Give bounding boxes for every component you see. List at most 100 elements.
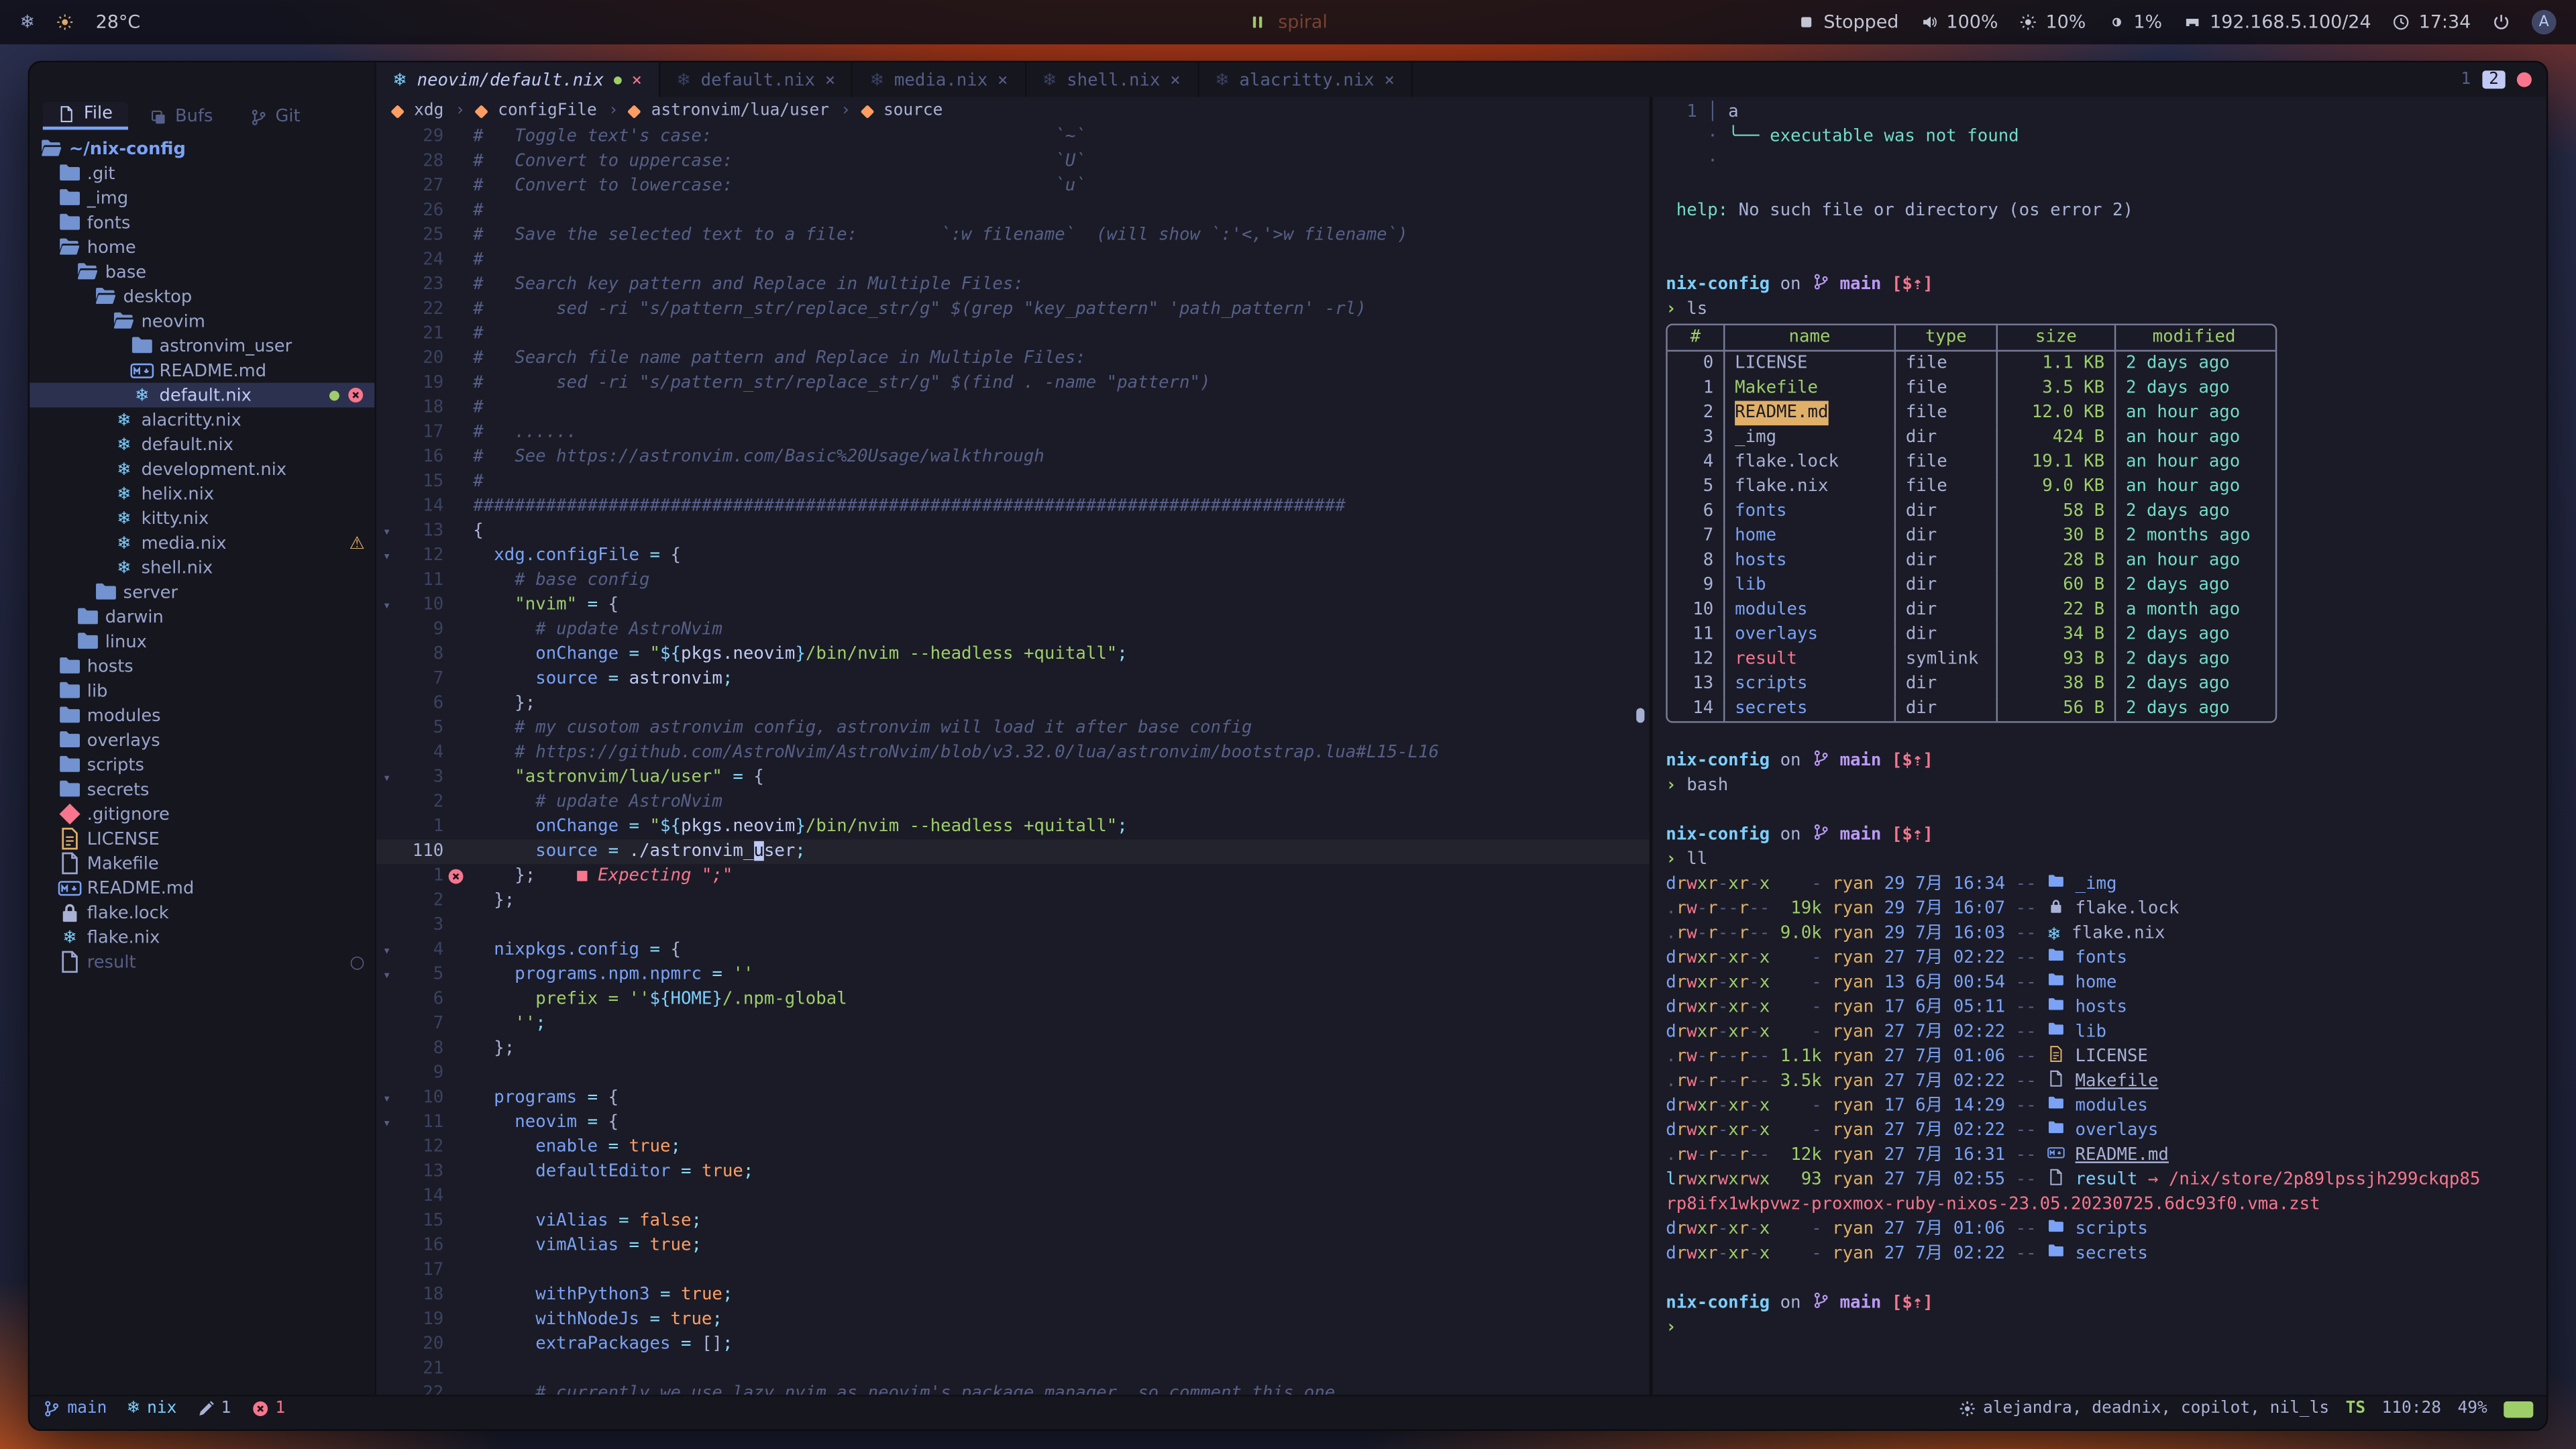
- editor-line[interactable]: 16# See https://astronvim.com/Basic%20Us…: [376, 445, 1650, 470]
- tree-item-helix.nix[interactable]: ❄helix.nix: [30, 482, 374, 506]
- tree-item-development.nix[interactable]: ❄development.nix: [30, 457, 374, 482]
- breadcrumb-segment[interactable]: astronvim/lua/user: [651, 102, 829, 120]
- editor-line[interactable]: 24#: [376, 248, 1650, 273]
- code-editor[interactable]: xdg›configFile›astronvim/lua/user›source…: [376, 97, 1650, 1395]
- editor-line[interactable]: ▾10 programs = {: [376, 1086, 1650, 1111]
- pause-icon[interactable]: [1248, 13, 1267, 32]
- dim-indicator[interactable]: 1%: [2107, 11, 2162, 33]
- statusline-item-1[interactable]: 1: [251, 1400, 286, 1418]
- tree-item-secrets[interactable]: secrets: [30, 777, 374, 802]
- editor-line[interactable]: 18 withPython3 = true;: [376, 1283, 1650, 1308]
- fold-arrow-icon[interactable]: ▾: [376, 963, 398, 987]
- editor-line[interactable]: 14: [376, 1185, 1650, 1210]
- media-widget[interactable]: spiral: [1248, 11, 1328, 33]
- editor-line[interactable]: 3: [376, 914, 1650, 938]
- recording-status[interactable]: Stopped: [1797, 11, 1898, 33]
- power-icon[interactable]: [2492, 13, 2510, 32]
- page-1[interactable]: 1: [2461, 70, 2471, 89]
- tree-item-LICENSE[interactable]: LICENSE: [30, 826, 374, 851]
- tree-item-astronvim_user[interactable]: astronvim_user: [30, 333, 374, 358]
- editor-line[interactable]: 6 };: [376, 692, 1650, 716]
- tab-shell.nix[interactable]: ❄shell.nix×: [1026, 62, 1198, 97]
- statusline-item-110-28[interactable]: 110:28: [2382, 1400, 2441, 1418]
- tree-item-fonts[interactable]: fonts: [30, 210, 374, 235]
- editor-line[interactable]: 26#: [376, 199, 1650, 223]
- editor-line[interactable]: 11 # base config: [376, 568, 1650, 593]
- statusline-item-main[interactable]: main: [43, 1400, 107, 1418]
- editor-line[interactable]: ▾12 xdg.configFile = {: [376, 544, 1650, 569]
- editor-line[interactable]: 18#: [376, 396, 1650, 421]
- tree-item-Makefile[interactable]: Makefile: [30, 851, 374, 876]
- editor-line[interactable]: 2 # update AstroNvim: [376, 790, 1650, 815]
- editor-line[interactable]: 8 };: [376, 1036, 1650, 1061]
- tree-item-default.nix[interactable]: ❄default.nix●: [30, 383, 374, 408]
- volume-indicator[interactable]: 100%: [1920, 11, 1998, 33]
- tab-close-icon[interactable]: ×: [825, 70, 835, 89]
- fold-arrow-icon[interactable]: ▾: [376, 593, 398, 618]
- editor-line[interactable]: 8 onChange = "${pkgs.neovim}/bin/nvim --…: [376, 643, 1650, 667]
- statusline-item-alejandra[interactable]: alejandra, deadnix, copilot, nil_ls: [1958, 1400, 2329, 1418]
- tree-item-overlays[interactable]: overlays: [30, 728, 374, 753]
- editor-line[interactable]: 9: [376, 1061, 1650, 1086]
- fold-arrow-icon[interactable]: ▾: [376, 519, 398, 544]
- editor-line[interactable]: 13 defaultEditor = true;: [376, 1160, 1650, 1185]
- tree-item-~/nix-config[interactable]: ~/nix-config: [30, 136, 374, 161]
- tree-item-server[interactable]: server: [30, 580, 374, 604]
- editor-line[interactable]: 6 prefix = ''${HOME}/.npm-global: [376, 987, 1650, 1012]
- terminal-pane[interactable]: 1 │ a · ╰── executable was not found · h…: [1653, 97, 2546, 1395]
- network-indicator[interactable]: 192.168.5.100/24: [2184, 11, 2371, 33]
- fold-arrow-icon[interactable]: ▾: [376, 1111, 398, 1136]
- tab-close-icon[interactable]: ×: [631, 70, 641, 89]
- editor-lines[interactable]: 29# Toggle text's case: `~` 28# Convert …: [376, 125, 1650, 1395]
- editor-line[interactable]: 19 withNodeJs = true;: [376, 1307, 1650, 1332]
- editor-line[interactable]: 29# Toggle text's case: `~`: [376, 125, 1650, 150]
- tab-alacritty.nix[interactable]: ❄alacritty.nix×: [1199, 62, 1413, 97]
- breadcrumb-segment[interactable]: xdg: [414, 102, 443, 120]
- tree-item-result[interactable]: result○: [30, 950, 374, 975]
- editor-line[interactable]: 21: [376, 1357, 1650, 1382]
- editor-line[interactable]: ▾4 nixpkgs.config = {: [376, 938, 1650, 963]
- editor-line[interactable]: 17# ......: [376, 421, 1650, 445]
- editor-line[interactable]: 9 # update AstroNvim: [376, 618, 1650, 643]
- editor-line[interactable]: 7 source = astronvim;: [376, 667, 1650, 692]
- editor-line[interactable]: 4 # https://github.com/AstroNvim/AstroNv…: [376, 741, 1650, 765]
- editor-line[interactable]: 1 onChange = "${pkgs.neovim}/bin/nvim --…: [376, 815, 1650, 840]
- tree-item-scripts[interactable]: scripts: [30, 753, 374, 777]
- tab-neovim/default.nix[interactable]: ❄neovim/default.nix●×: [376, 62, 660, 97]
- tree-item-lib[interactable]: lib: [30, 678, 374, 703]
- editor-line[interactable]: 28# Convert to uppercase: `U`: [376, 150, 1650, 174]
- scrollbar-thumb[interactable]: [1636, 708, 1644, 723]
- breadcrumb-segment[interactable]: configFile: [498, 102, 596, 120]
- tree-item-flake.nix[interactable]: ❄flake.nix: [30, 925, 374, 950]
- tab-close-icon[interactable]: ×: [1384, 70, 1394, 89]
- editor-line[interactable]: ▾11 neovim = {: [376, 1111, 1650, 1136]
- tree-item-.git[interactable]: .git: [30, 161, 374, 186]
- fold-arrow-icon[interactable]: ▾: [376, 938, 398, 963]
- editor-line[interactable]: ▾5 programs.npm.npmrc = '': [376, 963, 1650, 987]
- fold-arrow-icon[interactable]: ▾: [376, 544, 398, 569]
- statusline-item-49-[interactable]: 49%: [2458, 1400, 2487, 1418]
- editor-line[interactable]: 22 # currently we use lazy.nvim as neovi…: [376, 1382, 1650, 1395]
- statusline-item-nix[interactable]: ❄nix: [127, 1400, 177, 1418]
- tree-item-linux[interactable]: linux: [30, 629, 374, 654]
- editor-line[interactable]: 14######################################…: [376, 494, 1650, 519]
- tree-item-README.md[interactable]: README.md: [30, 875, 374, 900]
- editor-line[interactable]: 1 }; ■ Expecting ";": [376, 864, 1650, 889]
- editor-line[interactable]: 15#: [376, 470, 1650, 494]
- tree-item-media.nix[interactable]: ❄media.nix⚠: [30, 531, 374, 555]
- editor-line[interactable]: ▾3 "astronvim/lua/user" = {: [376, 765, 1650, 790]
- editor-line[interactable]: ▾10 "nvim" = {: [376, 593, 1650, 618]
- statusline-item-ts[interactable]: TS: [2346, 1400, 2366, 1418]
- editor-line[interactable]: 20# Search file name pattern and Replace…: [376, 347, 1650, 372]
- tree-item-desktop[interactable]: desktop: [30, 284, 374, 309]
- tree-item-home[interactable]: home: [30, 235, 374, 260]
- tree-item-neovim[interactable]: neovim: [30, 309, 374, 333]
- tree-item-darwin[interactable]: darwin: [30, 604, 374, 629]
- sidebar-tab-file[interactable]: File: [43, 102, 127, 130]
- tree-item-README.md[interactable]: README.md: [30, 358, 374, 383]
- tree-item-hosts[interactable]: hosts: [30, 654, 374, 679]
- editor-line[interactable]: 23# Search key pattern and Replace in Mu…: [376, 273, 1650, 298]
- editor-line[interactable]: 25# Save the selected text to a file: `:…: [376, 223, 1650, 248]
- editor-line[interactable]: 16 vimAlias = true;: [376, 1234, 1650, 1258]
- editor-line[interactable]: 110 source = ./astronvim_user;: [376, 839, 1650, 864]
